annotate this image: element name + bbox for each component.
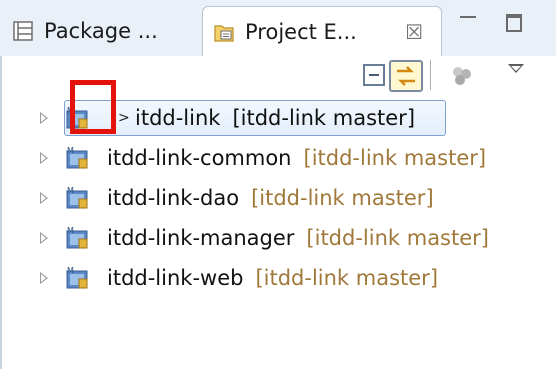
tab-label: Package ... [44,19,158,43]
minimize-icon[interactable] [460,14,478,28]
package-explorer-icon [12,20,34,42]
repo-label: [itdd-link master] [251,186,434,210]
project-explorer-icon [213,21,235,43]
link-with-editor-icon[interactable] [389,60,423,92]
repo-label: [itdd-link master] [232,106,416,130]
maximize-icon[interactable] [506,14,522,32]
project-label: itdd-link-web [107,266,244,290]
expand-icon[interactable] [40,192,48,204]
svg-text:M: M [67,186,74,195]
project-label: itdd-link-dao [107,186,240,210]
view-menu-icon[interactable] [508,64,524,73]
project-name: itdd-link-dao [itdd-link master] [107,186,434,210]
expand-icon[interactable] [40,272,48,284]
maven-project-icon: M [64,264,92,292]
git-change-marker: > [118,110,130,126]
project-label: itdd-link-manager [107,226,295,250]
collapse-all-icon[interactable] [363,64,385,86]
project-name: itdd-link-web [itdd-link master] [107,266,438,290]
maven-project-icon: M [64,144,92,172]
annotation-highlight-box [70,80,116,134]
project-label: itdd-link-common [107,146,292,170]
maven-project-icon: M [64,184,92,212]
repo-label: [itdd-link master] [303,146,487,170]
svg-text:M: M [67,146,74,155]
maven-project-icon: M [64,224,92,252]
expand-icon[interactable] [40,152,48,164]
project-name: itdd-link [itdd-link master] [135,106,415,130]
repo-label: [itdd-link master] [255,266,439,290]
svg-text:M: M [67,226,74,235]
tab-package-explorer[interactable]: Package ... [12,6,202,56]
tab-label: Project E... [245,19,357,44]
toolbar-separator [430,60,431,90]
tab-project-explorer[interactable]: Project E... ☒ [202,6,442,56]
repo-label: [itdd-link master] [306,226,489,250]
filters-icon[interactable] [450,64,474,88]
project-label: itdd-link [135,106,221,130]
view-tab-bar: Package ... Project E... ☒ [0,0,556,56]
project-name: itdd-link-manager [itdd-link master] [107,226,489,250]
project-name: itdd-link-common [itdd-link master] [107,146,486,170]
expand-icon[interactable] [40,112,48,124]
close-icon[interactable]: ☒ [405,20,423,44]
expand-icon[interactable] [40,232,48,244]
svg-text:M: M [67,266,74,275]
